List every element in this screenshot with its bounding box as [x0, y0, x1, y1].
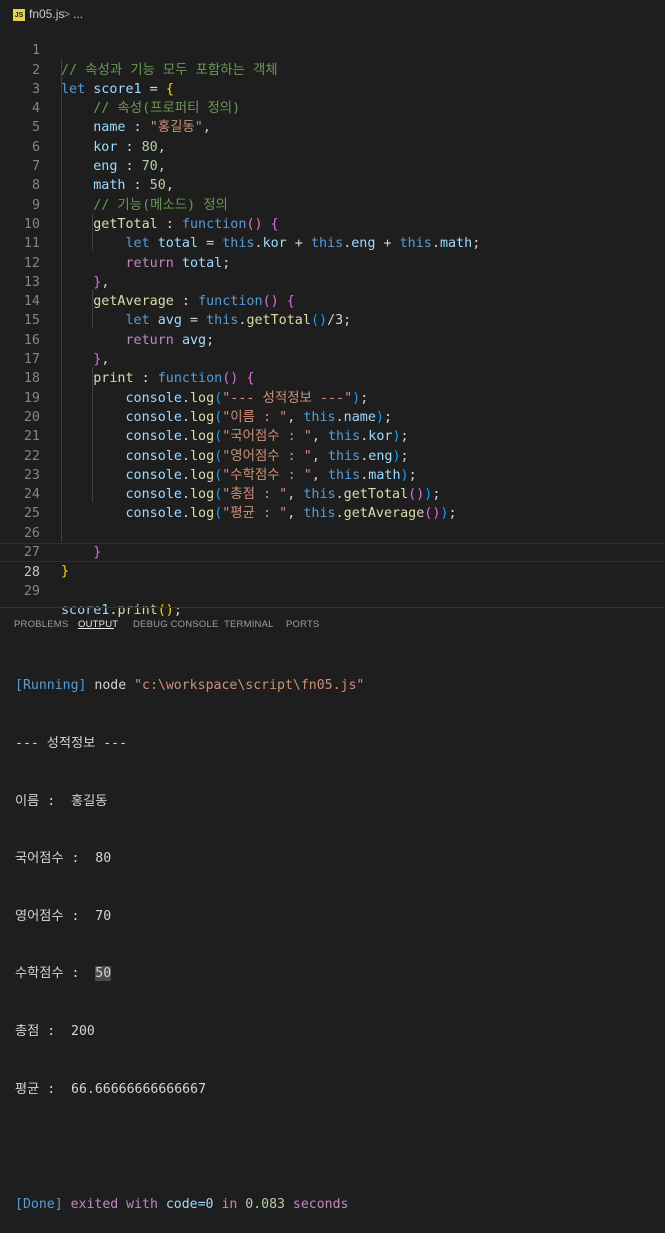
breadcrumb-separator-icon: > — [63, 7, 71, 21]
running-tag: [Running] — [15, 678, 87, 694]
output-label: 국어점수 : — [15, 851, 96, 867]
running-command: node — [86, 678, 135, 694]
code-line[interactable]: 16 }, — [0, 312, 665, 367]
code-line[interactable]: 26 } — [0, 505, 665, 560]
code-line[interactable]: 29 score1.print(); — [0, 562, 665, 618]
active-tab-indicator — [78, 628, 114, 629]
code-line[interactable]: 19 console.log("이름 : ", this.name); — [0, 369, 665, 425]
done-text: in — [213, 1196, 246, 1212]
code-line[interactable]: 25 — [0, 485, 665, 521]
code-line[interactable]: 15 return avg; — [0, 292, 665, 347]
code-line[interactable]: 5 kor : 80, — [0, 99, 665, 154]
output-label: 총점 : — [15, 1023, 72, 1039]
code-line[interactable]: 11 return total; — [0, 215, 665, 270]
javascript-file-icon: JS — [13, 9, 25, 21]
code-line[interactable]: 13 getAverage : function() { — [0, 254, 665, 309]
panel-tabs: PROBLEMS OUTPUT DEBUG CONSOLE TERMINAL P… — [0, 608, 665, 636]
exit-code: code=0 — [165, 1196, 214, 1212]
code-line[interactable]: 20 console.log("국어점수 : ", this.kor); — [0, 389, 665, 444]
output-line: 평균 : 66.66666666666667 — [15, 1080, 364, 1099]
code-line[interactable]: 7 math : 50, — [0, 138, 665, 193]
output-label: 수학점수 : — [15, 966, 96, 982]
line-number: 29 — [23, 583, 40, 599]
code-line[interactable]: 24 console.log("평균 : ", this.getAverage(… — [0, 466, 665, 521]
elapsed-time: 0.083 — [245, 1196, 285, 1212]
output-value: 70 — [95, 908, 112, 924]
output-line: [Running] node "c:\workspace\script\fn05… — [15, 676, 364, 695]
output-label: 영어점수 : — [15, 908, 96, 924]
tab-ports[interactable]: PORTS — [286, 619, 320, 630]
output-value: 66.66666666666667 — [71, 1081, 207, 1097]
done-text: seconds — [284, 1196, 349, 1212]
output-line: 총점 : 200 — [15, 1022, 364, 1041]
code-line[interactable]: 8 // 기능(메소드) 정의 — [0, 157, 665, 212]
output-line: [Done] exited with code=0 in 0.083 secon… — [15, 1195, 364, 1214]
code-line[interactable]: 21 console.log("영어점수 : ", this.eng); — [0, 408, 665, 463]
code-line[interactable]: 22 console.log("수학점수 : ", this.math); — [0, 427, 665, 483]
code-editor[interactable]: 1 // 속성과 기능 모두 포함하는 객체 2 let score1 = { … — [0, 21, 665, 618]
code-line[interactable]: 4 name : "홍길동", — [0, 80, 665, 135]
running-path: "c:\workspace\script\fn05.js" — [134, 678, 365, 694]
code-line[interactable]: 9 getTotal : function() { — [0, 176, 665, 232]
done-text: exited with — [62, 1196, 166, 1212]
code-line[interactable]: 18 console.log("--- 성적정보 ---"); — [0, 350, 665, 405]
output-line-blank — [15, 1137, 364, 1156]
output-console[interactable]: [Running] node "c:\workspace\script\fn05… — [15, 638, 364, 1233]
breadcrumb-file[interactable]: fn05.js — [29, 7, 64, 21]
tab-problems[interactable]: PROBLEMS — [14, 619, 68, 630]
code-line[interactable]: 17 print : function() { — [0, 331, 665, 386]
output-line: --- 성적정보 --- — [15, 736, 128, 751]
tab-debug-console[interactable]: DEBUG CONSOLE — [133, 619, 218, 630]
code-line[interactable]: 6 eng : 70, — [0, 119, 665, 174]
output-value: 80 — [95, 851, 112, 867]
code-line-current[interactable]: 28 — [0, 543, 665, 580]
output-line: 이름 : 홍길동 — [15, 793, 108, 809]
code-line[interactable]: 3 // 속성(프로퍼티 정의) — [0, 61, 665, 116]
code-line[interactable]: 23 console.log("총점 : ", this.getTotal())… — [0, 447, 665, 502]
code-line[interactable]: 1 // 속성과 기능 모두 포함하는 객체 — [0, 22, 665, 77]
code-line[interactable]: 10 let total = this.kor + this.eng + thi… — [0, 196, 665, 251]
output-value: 200 — [71, 1023, 95, 1039]
output-line: 수학점수 : 50 — [15, 964, 364, 983]
output-label: 평균 : — [15, 1081, 72, 1097]
output-line: 영어점수 : 70 — [15, 907, 364, 926]
code-line[interactable]: 12 }, — [0, 234, 665, 290]
done-tag: [Done] — [15, 1196, 63, 1212]
output-line: 국어점수 : 80 — [15, 849, 364, 868]
code-line[interactable]: 2 let score1 = { — [0, 41, 665, 97]
output-value-selected: 50 — [95, 966, 112, 982]
breadcrumb-symbol[interactable]: ... — [73, 7, 83, 21]
tab-terminal[interactable]: TERMINAL — [224, 619, 274, 630]
code-line[interactable]: 27 } — [0, 524, 665, 579]
code-line[interactable]: 14 let avg = this.getTotal()/3; — [0, 273, 665, 328]
